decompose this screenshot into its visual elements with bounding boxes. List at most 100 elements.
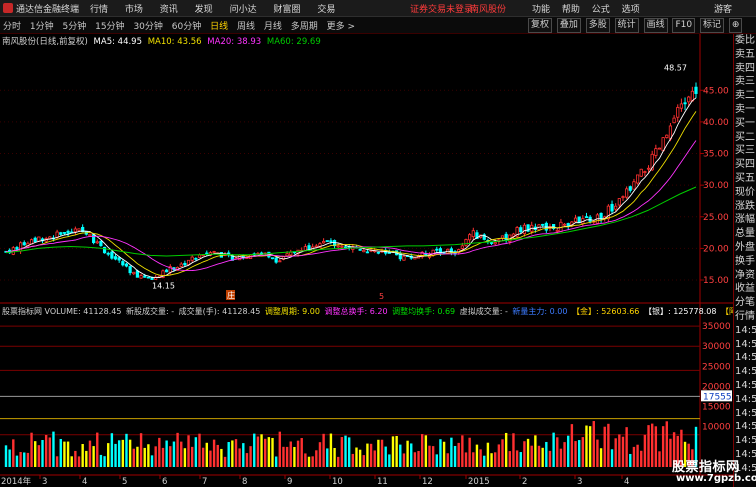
candle-body xyxy=(278,260,282,263)
menu-functions[interactable]: 功能 xyxy=(532,2,550,15)
candle-body xyxy=(632,181,636,190)
period-60min[interactable]: 60分钟 xyxy=(172,19,201,32)
panel-item[interactable]: 换手 xyxy=(734,255,756,269)
panel-item[interactable]: 现价 xyxy=(734,186,756,200)
low-price-label: 14.15 xyxy=(152,281,175,290)
panel-item[interactable]: 14:5 xyxy=(734,434,756,448)
menu-market[interactable]: 市场 xyxy=(125,2,143,15)
panel-item[interactable]: 买二 xyxy=(734,131,756,145)
volume-bar xyxy=(358,449,362,467)
menu-formula[interactable]: 公式 xyxy=(592,2,610,15)
candle-body xyxy=(22,242,26,246)
period-timeshare[interactable]: 分时 xyxy=(3,19,21,32)
volume-bar xyxy=(337,456,340,467)
menu-quotes[interactable]: 行情 xyxy=(90,2,108,15)
candle-body xyxy=(493,242,497,245)
zoom-icon[interactable]: ⊕ xyxy=(728,18,743,33)
draw-line-button[interactable]: 画线 xyxy=(643,18,668,33)
panel-item[interactable]: 卖二 xyxy=(734,89,756,103)
menu-options[interactable]: 选项 xyxy=(622,2,640,15)
panel-item[interactable]: 卖五 xyxy=(734,48,756,62)
panel-item[interactable]: 行情 xyxy=(734,310,756,324)
period-daily[interactable]: 日线 xyxy=(210,19,228,32)
overlay-button[interactable]: 叠加 xyxy=(556,18,581,33)
candle-body xyxy=(672,117,676,124)
period-more[interactable]: 更多 > xyxy=(327,19,355,32)
period-weekly[interactable]: 周线 xyxy=(237,19,255,32)
volume-bar xyxy=(417,450,420,467)
period-30min[interactable]: 30分钟 xyxy=(133,19,162,32)
date-year-label: 2014年 xyxy=(1,476,32,487)
volume-bar xyxy=(399,444,402,467)
panel-item[interactable]: 收益 xyxy=(734,282,756,296)
menu-news[interactable]: 资讯 xyxy=(160,2,178,15)
menu-help[interactable]: 帮助 xyxy=(562,2,580,15)
panel-item[interactable]: 卖四 xyxy=(734,62,756,76)
volume-bar xyxy=(205,442,208,467)
ma5-value: MA5: 44.95 xyxy=(93,37,143,47)
panel-item[interactable]: 涨跌 xyxy=(734,200,756,214)
period-multi[interactable]: 多周期 xyxy=(291,19,318,32)
stats-button[interactable]: 统计 xyxy=(614,18,639,33)
candle-body xyxy=(435,248,439,251)
panel-item[interactable]: 外盘 xyxy=(734,241,756,255)
panel-item[interactable]: 涨幅 xyxy=(734,213,756,227)
candle-body xyxy=(128,266,132,274)
ma5-line xyxy=(5,97,697,278)
volume-bar xyxy=(468,437,471,467)
price-tick-label: 20.00 xyxy=(703,244,729,254)
menu-ask[interactable]: 问小达 xyxy=(230,2,257,15)
volume-bar xyxy=(234,439,238,467)
panel-item[interactable]: 14:5 xyxy=(734,324,756,338)
panel-item[interactable]: 总量 xyxy=(734,227,756,241)
mark-button[interactable]: 标记 xyxy=(699,18,724,33)
panel-item[interactable]: 买五 xyxy=(734,172,756,186)
adjust-button[interactable]: 复权 xyxy=(528,18,553,33)
candle-body xyxy=(139,275,143,279)
panel-item[interactable]: 卖三 xyxy=(734,75,756,89)
volume-bar xyxy=(256,436,260,467)
panel-item[interactable]: 14:5 xyxy=(734,351,756,365)
menu-trade[interactable]: 交易 xyxy=(317,2,335,15)
volume-hand: 成交量(手): 41128.45 xyxy=(178,307,261,316)
panel-item[interactable]: 14:5 xyxy=(734,393,756,407)
volume-bar xyxy=(242,443,245,467)
panel-item[interactable]: 净资 xyxy=(734,269,756,283)
period-15min[interactable]: 15分钟 xyxy=(95,19,124,32)
volume-bar xyxy=(588,426,592,467)
candle-body xyxy=(307,245,311,250)
panel-item[interactable]: 卖一 xyxy=(734,103,756,117)
candle-body xyxy=(468,234,472,241)
candle-body xyxy=(55,231,59,238)
panel-item[interactable]: 委比 xyxy=(734,34,756,48)
login-warning[interactable]: 证券交易未登录 xyxy=(410,2,473,15)
chart-area[interactable]: 45.00 40.00 35.00 30.00 25.00 20.00 15.00 35000… xyxy=(0,34,733,487)
volume-bar xyxy=(128,439,132,467)
menu-discover[interactable]: 发现 xyxy=(195,2,213,15)
period-5min[interactable]: 5分钟 xyxy=(63,19,87,32)
volume-bar xyxy=(307,456,311,467)
panel-item[interactable]: 买一 xyxy=(734,117,756,131)
panel-item[interactable]: 14:5 xyxy=(734,338,756,352)
multi-stock-button[interactable]: 多股 xyxy=(585,18,610,33)
volume-bar xyxy=(165,440,168,467)
guest-label[interactable]: 游客 xyxy=(714,2,732,15)
volume-bar xyxy=(384,446,387,467)
panel-item[interactable]: 14:5 xyxy=(734,407,756,421)
panel-item[interactable]: 买三 xyxy=(734,144,756,158)
panel-item[interactable]: 分笔 xyxy=(734,296,756,310)
panel-item[interactable]: 14:5 xyxy=(734,420,756,434)
kline-chart[interactable]: 45.00 40.00 35.00 30.00 25.00 20.00 15.00 35000… xyxy=(0,34,733,487)
period-1min[interactable]: 1分钟 xyxy=(30,19,54,32)
menu-wealth-circle[interactable]: 财富圈 xyxy=(273,2,300,15)
f10-button[interactable]: F10 xyxy=(672,18,696,33)
panel-item[interactable]: 14:5 xyxy=(734,365,756,379)
volume-bar xyxy=(88,440,92,467)
volume-bar xyxy=(147,444,150,467)
panel-item[interactable]: 14:5 xyxy=(734,379,756,393)
volume-bar xyxy=(44,434,48,467)
period-monthly[interactable]: 月线 xyxy=(264,19,282,32)
volume-bar xyxy=(475,444,479,467)
volume-bar xyxy=(63,441,66,467)
panel-item[interactable]: 买四 xyxy=(734,158,756,172)
